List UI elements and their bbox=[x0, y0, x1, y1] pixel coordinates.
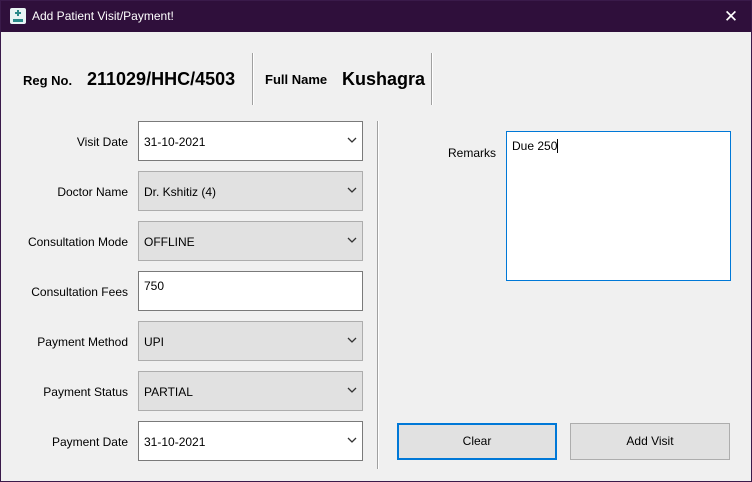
payment-date-picker[interactable]: 31-10-2021 bbox=[138, 421, 363, 461]
consultation-mode-label: Consultation Mode bbox=[27, 235, 128, 249]
consultation-fees-value: 750 bbox=[144, 279, 165, 293]
doctor-name-value: Dr. Kshitiz (4) bbox=[144, 185, 217, 199]
consultation-fees-label: Consultation Fees bbox=[31, 285, 128, 299]
chevron-down-icon[interactable] bbox=[347, 436, 357, 444]
visit-date-label: Visit Date bbox=[76, 135, 128, 149]
full-name-label: Full Name bbox=[265, 72, 328, 87]
column-separator bbox=[377, 121, 379, 469]
doctor-name-select[interactable]: Dr. Kshitiz (4) bbox=[138, 171, 363, 211]
reg-no-label: Reg No. bbox=[23, 73, 73, 88]
header-separator bbox=[252, 53, 254, 105]
chevron-down-icon[interactable] bbox=[347, 336, 357, 344]
window-title: Add Patient Visit/Payment! bbox=[32, 9, 174, 23]
dialog-window: Add Patient Visit/Payment! ✕ Reg No. 211… bbox=[0, 0, 752, 482]
remarks-value: Due 250 bbox=[512, 139, 559, 153]
consultation-mode-value: OFFLINE bbox=[144, 235, 195, 249]
payment-status-select[interactable]: PARTIAL bbox=[138, 371, 363, 411]
chevron-down-icon[interactable] bbox=[347, 386, 357, 394]
remarks-textarea[interactable]: Due 250 bbox=[506, 131, 731, 281]
payment-status-label: Payment Status bbox=[43, 385, 128, 399]
consultation-mode-select[interactable]: OFFLINE bbox=[138, 221, 363, 261]
chevron-down-icon[interactable] bbox=[347, 136, 357, 144]
text-caret bbox=[557, 139, 559, 153]
close-icon[interactable]: ✕ bbox=[711, 1, 751, 32]
remarks-label: Remarks bbox=[447, 146, 496, 160]
payment-method-label: Payment Method bbox=[37, 335, 128, 349]
doctor-name-label: Doctor Name bbox=[57, 185, 128, 199]
chevron-down-icon[interactable] bbox=[347, 186, 357, 194]
add-visit-button[interactable]: Add Visit bbox=[570, 423, 730, 460]
clear-button[interactable]: Clear bbox=[397, 423, 557, 460]
full-name-value: Kushagra bbox=[342, 69, 426, 89]
title-bar[interactable]: Add Patient Visit/Payment! ✕ bbox=[1, 1, 751, 32]
consultation-fees-input[interactable]: 750 bbox=[138, 271, 363, 311]
payment-method-value: UPI bbox=[144, 335, 165, 349]
header-separator-2 bbox=[431, 53, 433, 105]
payment-method-select[interactable]: UPI bbox=[138, 321, 363, 361]
payment-date-value: 31-10-2021 bbox=[144, 435, 206, 449]
reg-no-value: 211029/HHC/4503 bbox=[87, 69, 236, 89]
chevron-down-icon[interactable] bbox=[347, 236, 357, 244]
visit-date-picker[interactable]: 31-10-2021 bbox=[138, 121, 363, 161]
payment-date-label: Payment Date bbox=[51, 435, 128, 449]
payment-status-value: PARTIAL bbox=[144, 385, 193, 399]
clinic-app-icon bbox=[10, 8, 26, 24]
visit-date-value: 31-10-2021 bbox=[144, 135, 206, 149]
